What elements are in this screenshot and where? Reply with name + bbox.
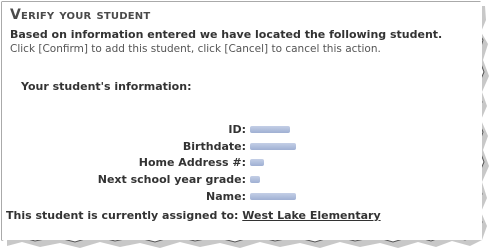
assignment-label: This student is currently assigned to:: [6, 209, 239, 222]
result-message: Based on information entered we have loc…: [10, 28, 443, 41]
assigned-school-link[interactable]: West Lake Elementary: [242, 209, 380, 222]
student-info-heading: Your student's information:: [21, 80, 192, 93]
page-title: Verify your student: [10, 7, 151, 23]
field-label-home-address: Home Address #:: [138, 156, 246, 169]
field-value-home-address-redacted: [250, 159, 264, 166]
field-label-grade: Next school year grade:: [97, 173, 246, 186]
field-value-grade-redacted: [250, 176, 260, 183]
field-label-birthdate: Birthdate:: [182, 140, 246, 153]
field-value-birthdate-redacted: [250, 143, 296, 150]
field-value-name-redacted: [250, 193, 296, 200]
verify-student-panel: Verify your student Based on information…: [2, 2, 482, 240]
field-label-name: Name:: [206, 190, 246, 203]
field-label-id: ID:: [228, 123, 246, 136]
assignment-line: This student is currently assigned to: W…: [6, 209, 381, 222]
field-value-id-redacted: [250, 126, 290, 133]
confirm-instruction: Click [Confirm] to add this student, cli…: [10, 43, 381, 55]
